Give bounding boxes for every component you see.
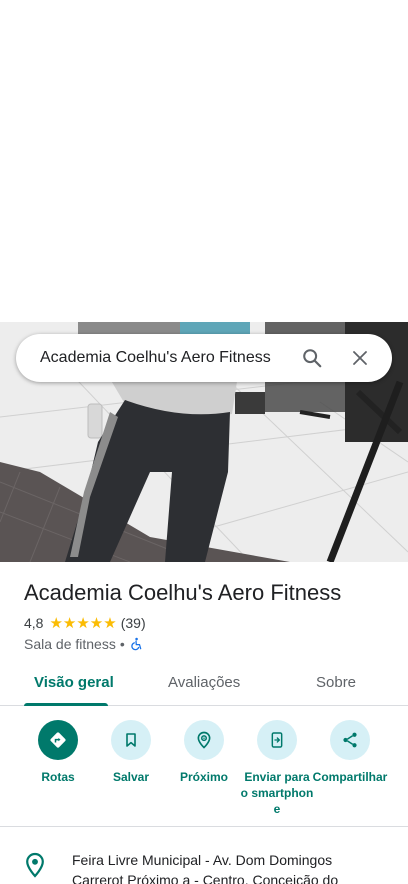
place-category[interactable]: Sala de fitness: [24, 636, 116, 652]
share-circle: [330, 720, 370, 760]
save-circle: [111, 720, 151, 760]
search-bar[interactable]: Academia Coelhu's Aero Fitness: [16, 334, 392, 382]
directions-circle: [38, 720, 78, 760]
share-label: Compartilhar: [312, 770, 388, 784]
share-button[interactable]: Compartilhar: [312, 720, 388, 785]
action-buttons-row: Rotas Salvar Próximo Enviar para o smart…: [0, 720, 408, 816]
nearby-icon: [197, 731, 211, 749]
tab-reviews[interactable]: Avaliações: [168, 674, 240, 691]
tab-overview[interactable]: Visão geral: [34, 674, 114, 691]
search-icon: [303, 349, 322, 368]
nearby-label: Próximo: [179, 770, 228, 784]
star-rating-icon: ★★★★★: [49, 615, 117, 632]
close-icon: [353, 351, 367, 365]
section-divider: [0, 826, 408, 827]
send-to-phone-label: Enviar para o smartphone: [240, 770, 314, 816]
directions-icon: [50, 732, 66, 748]
review-count[interactable]: (39): [121, 615, 146, 631]
separator-dot: •: [119, 636, 125, 652]
nearby-circle: [184, 720, 224, 760]
directions-button[interactable]: Rotas: [20, 720, 96, 785]
wheelchair-accessible-icon: [131, 637, 142, 651]
address-text: Feira Livre Municipal - Av. Dom Domingos…: [72, 852, 339, 884]
rating-row[interactable]: 4,8 ★★★★★ (39): [24, 614, 146, 632]
rating-value: 4,8: [24, 615, 44, 631]
location-pin-icon: [26, 852, 44, 878]
send-to-phone-circle: [257, 720, 297, 760]
search-input[interactable]: Academia Coelhu's Aero Fitness: [40, 349, 292, 367]
active-tab-indicator: [24, 703, 108, 706]
send-to-phone-icon: [271, 732, 283, 748]
clear-search-button[interactable]: [340, 338, 380, 378]
share-icon: [343, 732, 357, 748]
tab-about[interactable]: Sobre: [316, 674, 356, 691]
directions-label: Rotas: [41, 770, 75, 784]
bookmark-icon: [126, 733, 136, 747]
save-label: Salvar: [112, 770, 150, 784]
place-title: Academia Coelhu's Aero Fitness: [24, 580, 342, 605]
map-blank-area: [0, 0, 408, 322]
save-button[interactable]: Salvar: [93, 720, 169, 785]
send-to-phone-button[interactable]: Enviar para o smartphone: [239, 720, 315, 817]
search-button[interactable]: [292, 338, 332, 378]
place-tabs: Visão geral Avaliações Sobre: [0, 668, 408, 706]
nearby-button[interactable]: Próximo: [166, 720, 242, 785]
category-row: Sala de fitness •: [24, 636, 143, 652]
